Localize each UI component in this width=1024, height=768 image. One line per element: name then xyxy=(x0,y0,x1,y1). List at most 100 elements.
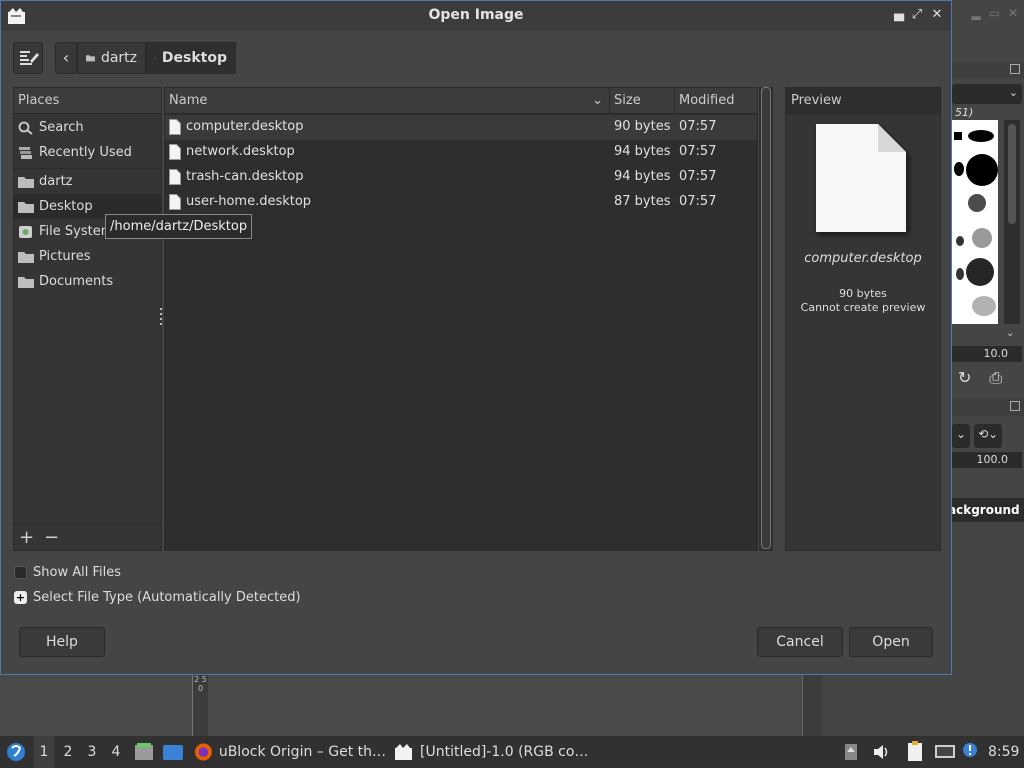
open-button[interactable]: Open xyxy=(849,627,933,657)
breadcrumb-desktop[interactable]: Desktop xyxy=(146,42,236,74)
task-label: [Untitled]-1.0 (RGB co… xyxy=(420,744,589,760)
remove-bookmark-button[interactable]: − xyxy=(44,527,59,548)
column-name[interactable]: Name ⌄ xyxy=(165,88,610,114)
place-documents[interactable]: Documents xyxy=(14,269,161,294)
brush-size-spin[interactable]: 10.0 xyxy=(952,346,1022,362)
open-image-dialog: Open Image ▄ ⤢ ✕ ‹ dartz Desktop Places … xyxy=(0,0,952,675)
checkbox-label: Show All Files xyxy=(33,565,121,580)
mode-dropdown[interactable]: ⌄ xyxy=(952,424,971,448)
help-button[interactable]: Help xyxy=(19,627,105,657)
file-list-scrollbar[interactable] xyxy=(759,87,773,551)
refresh-icon[interactable]: ↻ xyxy=(958,368,971,388)
show-desktop-launcher[interactable] xyxy=(162,736,184,768)
notification-icon xyxy=(963,743,977,757)
scrollbar-thumb[interactable] xyxy=(761,87,771,549)
column-name-label: Name xyxy=(169,93,208,108)
dock-config-icon[interactable] xyxy=(1010,401,1020,411)
document-icon xyxy=(816,124,908,234)
workspace-4[interactable]: 4 xyxy=(106,736,126,768)
file-name: user-home.desktop xyxy=(186,194,312,209)
minimize-button[interactable]: ▄ xyxy=(891,6,907,24)
place-label: File System xyxy=(39,224,114,239)
brush-scrollbar[interactable] xyxy=(1004,120,1020,324)
file-row[interactable]: user-home.desktop 87 bytes 07:57 xyxy=(165,190,757,215)
file-icon xyxy=(169,169,181,185)
upload-icon xyxy=(845,744,857,760)
place-dartz[interactable]: dartz xyxy=(14,169,161,194)
sort-chevron-icon: ⌄ xyxy=(592,93,603,108)
place-pictures[interactable]: Pictures xyxy=(14,244,161,269)
breadcrumb-label: dartz xyxy=(100,50,137,66)
dialog-titlebar: Open Image ▄ ⤢ ✕ xyxy=(1,1,951,31)
breadcrumb-dartz[interactable]: dartz xyxy=(77,42,146,74)
preview-header: Preview xyxy=(786,88,940,114)
places-header: Places xyxy=(14,88,161,114)
canvas-area: 2 5 0 xyxy=(0,675,822,736)
firefox-icon xyxy=(194,743,212,761)
clipboard-icon xyxy=(908,741,922,761)
folder-icon xyxy=(18,276,34,288)
file-modified: 07:57 xyxy=(679,144,717,159)
tray-notifications[interactable] xyxy=(962,736,982,768)
clock[interactable]: 8:59 xyxy=(988,736,1022,768)
close-button[interactable]: ✕ xyxy=(929,6,945,24)
drive-icon xyxy=(19,225,32,238)
places-sidebar: Places Search Recently Used dartz Deskto… xyxy=(13,87,162,551)
task-gimp[interactable]: [Untitled]-1.0 (RGB co… xyxy=(394,736,590,768)
mode-reset-icon[interactable]: ⟲⌄ xyxy=(974,424,1003,448)
expand-plus-icon[interactable]: + xyxy=(14,591,27,604)
brush-grid[interactable] xyxy=(952,120,998,324)
workspace-2[interactable]: 2 xyxy=(58,736,78,768)
folder-icon xyxy=(18,251,34,263)
file-manager-icon xyxy=(135,743,153,760)
path-back-button[interactable]: ‹ xyxy=(55,42,77,74)
folder-icon xyxy=(86,55,95,62)
open-folder-icon[interactable]: ⎙ xyxy=(989,368,1002,388)
path-tooltip: /home/dartz/Desktop xyxy=(105,214,253,239)
brush-actions: ↻ ⎙ xyxy=(958,368,1002,388)
file-size: 90 bytes xyxy=(614,119,671,134)
file-size: 94 bytes xyxy=(614,169,671,184)
expander-label: Select File Type (Automatically Detected… xyxy=(33,590,301,605)
file-icon xyxy=(169,119,181,135)
cancel-button[interactable]: Cancel xyxy=(757,627,843,657)
maximize-button[interactable]: ⤢ xyxy=(909,6,925,24)
add-bookmark-button[interactable]: + xyxy=(19,527,34,548)
select-file-type-expander[interactable]: + Select File Type (Automatically Detect… xyxy=(14,590,301,605)
tray-clipboard[interactable] xyxy=(906,736,928,768)
workspace-1[interactable]: 1 xyxy=(34,736,54,768)
preview-filename: computer.desktop xyxy=(804,251,922,266)
file-name: trash-can.desktop xyxy=(186,169,304,184)
file-row[interactable]: trash-can.desktop 94 bytes 07:57 xyxy=(165,165,757,190)
canvas-scrollbar[interactable] xyxy=(802,675,822,736)
preview-info: 90 bytes Cannot create preview xyxy=(786,287,940,315)
tray-volume[interactable] xyxy=(872,736,890,768)
pane-resize-handle[interactable] xyxy=(160,308,163,328)
column-size[interactable]: Size xyxy=(610,88,675,114)
file-row[interactable]: computer.desktop 90 bytes 07:57 xyxy=(165,115,757,140)
file-row[interactable]: network.desktop 94 bytes 07:57 xyxy=(165,140,757,165)
task-firefox[interactable]: uBlock Origin – Get th… xyxy=(194,736,386,768)
opacity-spin[interactable]: 100.0 xyxy=(952,452,1022,468)
file-icon xyxy=(169,194,181,210)
chevron-down-icon[interactable]: ⌄ xyxy=(1006,328,1014,339)
tray-updates[interactable] xyxy=(844,736,860,768)
preview-size: 90 bytes xyxy=(839,287,887,300)
brush-selector[interactable]: ⌄ xyxy=(952,84,1022,104)
workspace-3[interactable]: 3 xyxy=(82,736,102,768)
tray-display[interactable] xyxy=(934,736,956,768)
places-footer: + − xyxy=(14,524,161,550)
place-recently-used[interactable]: Recently Used xyxy=(14,140,161,165)
layer-item[interactable]: ackground xyxy=(946,498,1024,522)
file-icon xyxy=(169,144,181,160)
file-manager-launcher[interactable] xyxy=(134,736,154,768)
start-menu-button[interactable] xyxy=(4,736,30,768)
place-label: Desktop xyxy=(39,199,93,214)
checkbox-box[interactable] xyxy=(14,566,27,579)
place-search[interactable]: Search xyxy=(14,115,161,140)
folder-icon xyxy=(18,176,34,188)
dock-config-icon[interactable] xyxy=(1010,64,1020,74)
show-all-files-checkbox[interactable]: Show All Files xyxy=(14,565,121,580)
column-modified[interactable]: Modified xyxy=(675,88,757,114)
type-location-button[interactable] xyxy=(13,42,43,74)
